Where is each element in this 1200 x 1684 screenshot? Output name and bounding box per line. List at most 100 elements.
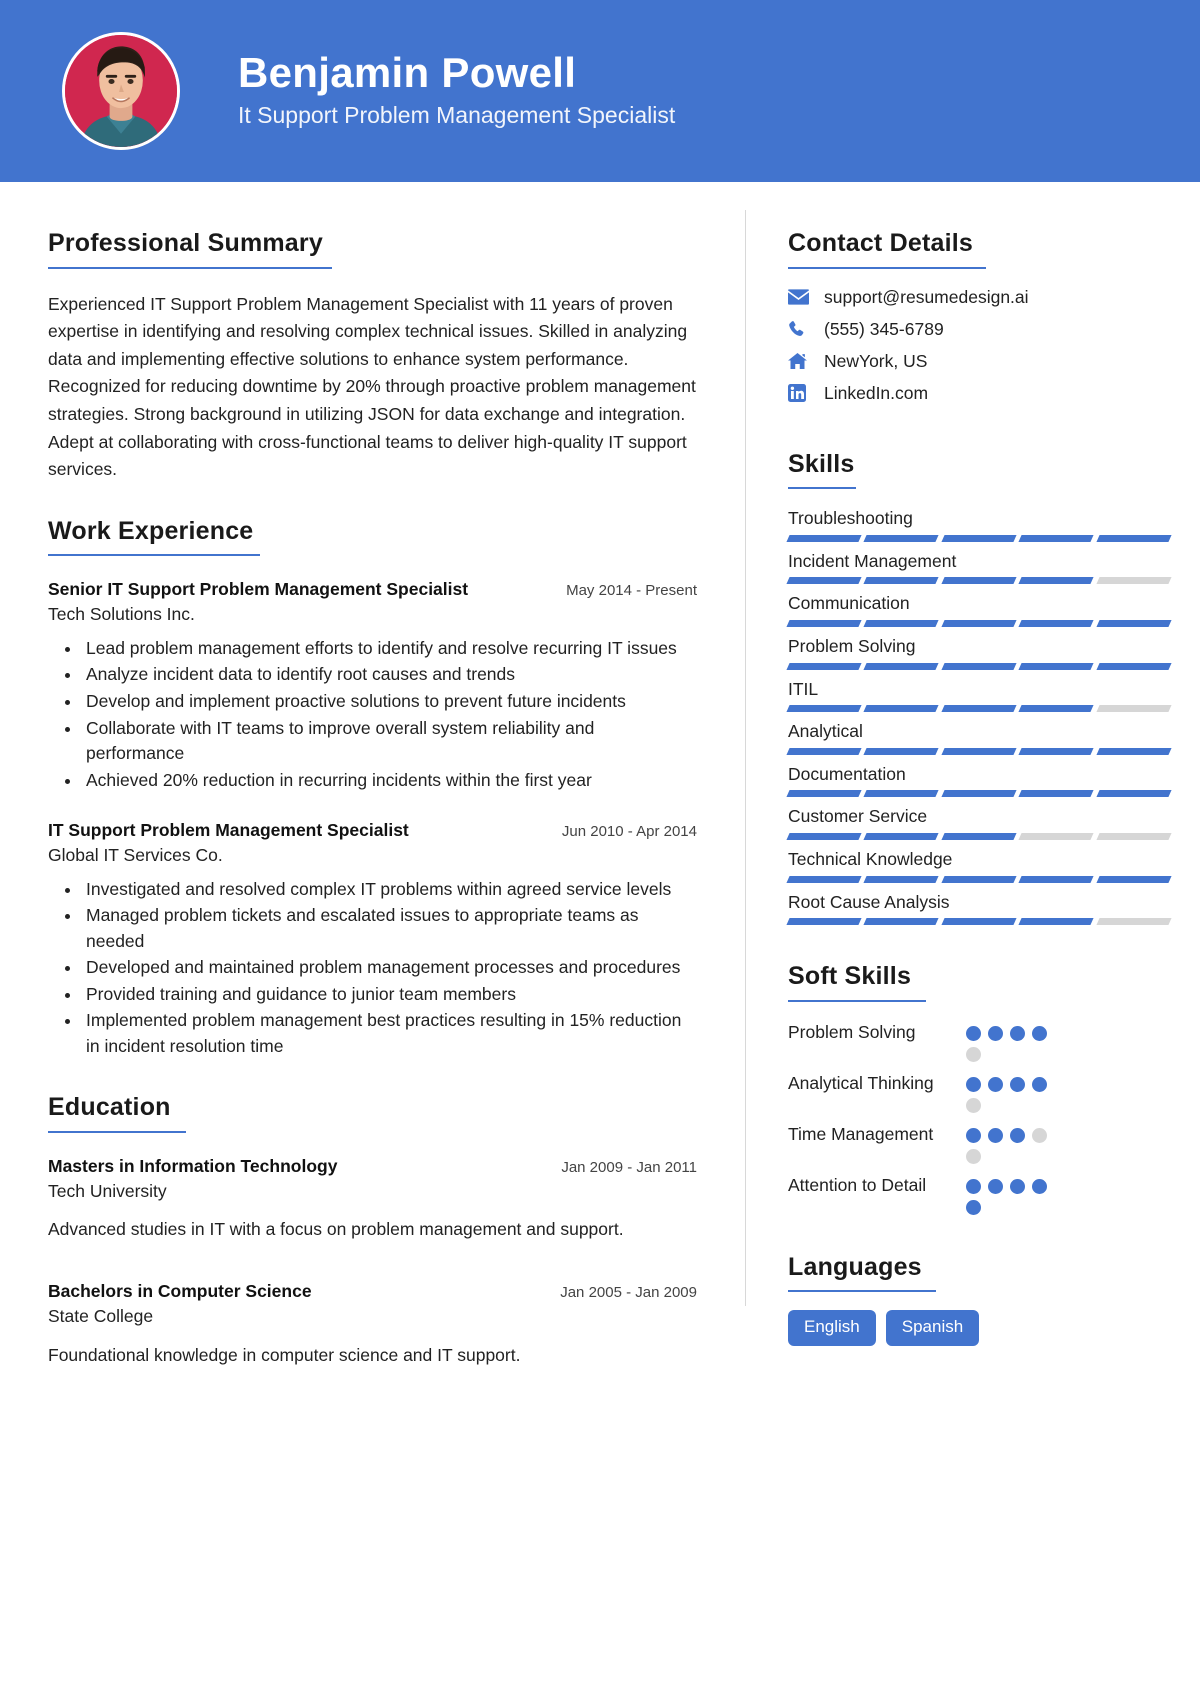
skill-bar-segment (1096, 705, 1172, 713)
skill-bar-segment (941, 790, 1017, 798)
institution-name: State College (48, 1306, 154, 1327)
rating-dot (988, 1076, 1003, 1092)
education-entry: Masters in Information Technology Jan 200… (48, 1155, 697, 1243)
job-bullet: Lead problem management efforts to ident… (82, 636, 697, 662)
skill-bar-segment (1096, 833, 1172, 840)
section-title-languages: Languages (788, 1252, 922, 1281)
skill-bar-segment (863, 918, 940, 926)
rating-dot (1010, 1178, 1025, 1194)
skill-item: Documentation (786, 763, 1172, 798)
skill-bar-segment (786, 747, 862, 755)
skill-level-bar (786, 747, 1172, 755)
section-rule (48, 1130, 186, 1133)
skill-name: Troubleshooting (788, 508, 913, 528)
language-chip[interactable]: Spanish (885, 1310, 980, 1346)
skill-level-bar (786, 875, 1172, 883)
skill-bar-segment (1018, 918, 1095, 926)
skill-name: Problem Solving (788, 635, 916, 656)
skill-bar-segment (786, 875, 862, 883)
rating-dot (966, 1199, 981, 1215)
soft-skill-row: Analytical Thinking (788, 1071, 1170, 1113)
soft-skills-list: Problem Solving Analytical Thinking Time M… (788, 1020, 1170, 1215)
degree-title: Masters in Information Technology (48, 1155, 338, 1176)
skill-name: Analytical (788, 721, 863, 742)
section-title-summary: Professional Summary (48, 229, 323, 257)
experience-list: Senior IT Support Problem Management Spe… (48, 578, 697, 1059)
soft-skill-row: Time Management (788, 1122, 1170, 1164)
section-soft-skills: Soft Skills Problem Solving Analytical Th… (788, 963, 1170, 1215)
soft-skill-name: Analytical Thinking (788, 1072, 934, 1093)
entry-header: Senior IT Support Problem Management Spe… (48, 578, 697, 601)
skill-name: Incident Management (788, 550, 957, 571)
skill-bar-segment (786, 662, 862, 670)
job-bullet: Investigated and resolved complex IT pro… (82, 877, 697, 903)
avatar (62, 32, 180, 150)
skill-bar-segment (786, 705, 862, 713)
skill-name: Communication (788, 593, 910, 614)
skill-bar-segment (941, 833, 1017, 840)
job-bullet: Managed problem tickets and escalated is… (82, 903, 697, 954)
job-bullet: Achieved 20% reduction in recurring inci… (82, 768, 697, 794)
section-work-experience: Work Experience Senior IT Support Proble… (48, 517, 697, 1059)
section-rule (788, 1290, 936, 1293)
rating-dot (1010, 1025, 1025, 1041)
skill-level-bar (786, 918, 1172, 926)
skill-bar-segment (1018, 875, 1095, 883)
skill-bar-segment (863, 577, 940, 585)
section-rule (48, 266, 332, 269)
job-date-range: May 2014 - Present (566, 582, 697, 600)
contact-row[interactable]: support@resumedesign.ai (788, 287, 1170, 308)
header-text-block: Benjamin Powell It Support Problem Manag… (238, 49, 675, 134)
contact-row[interactable]: LinkedIn.com (788, 383, 1170, 404)
rating-dot (1010, 1127, 1025, 1143)
section-rule (788, 266, 986, 269)
skill-bar-segment (863, 662, 940, 670)
contact-row[interactable]: (555) 345-6789 (788, 319, 1170, 340)
skill-level-bar (786, 833, 1172, 840)
skill-bar-segment (863, 747, 940, 755)
soft-skill-name: Problem Solving (788, 1021, 916, 1042)
contact-value: NewYork, US (824, 350, 928, 371)
skills-list: Troubleshooting Incident Management Commun… (786, 507, 1172, 926)
section-contact-details: Contact Details support@resumedesign.ai (… (788, 229, 1170, 404)
contact-value: support@resumedesign.ai (824, 286, 1029, 307)
resume-header: Benjamin Powell It Support Problem Manag… (0, 0, 1200, 182)
section-rule (48, 554, 260, 557)
skill-item: Root Cause Analysis (786, 891, 1172, 926)
section-professional-summary: Professional Summary Experienced IT Supp… (48, 229, 697, 484)
section-rule (788, 999, 926, 1002)
contact-row[interactable]: NewYork, US (788, 351, 1170, 372)
skill-bar-segment (1018, 534, 1095, 542)
rating-dot (966, 1076, 981, 1092)
experience-entry: IT Support Problem Management Specialist… (48, 819, 697, 1059)
language-chip[interactable]: English (788, 1310, 876, 1346)
section-title-skills: Skills (788, 449, 855, 478)
rating-dot (1032, 1025, 1047, 1041)
skill-item: ITIL (786, 678, 1172, 713)
skill-bar-segment (1018, 619, 1095, 627)
degree-title: Bachelors in Computer Science (48, 1281, 312, 1302)
skill-bar-segment (941, 577, 1017, 585)
soft-skill-rating (966, 1122, 1054, 1164)
rating-dot (966, 1148, 981, 1164)
skill-level-bar (786, 705, 1172, 713)
rating-dot (1032, 1127, 1047, 1143)
job-bullet: Provided training and guidance to junior… (82, 982, 697, 1008)
skill-name: Customer Service (788, 806, 928, 827)
job-date-range: Jun 2010 - Apr 2014 (561, 823, 697, 841)
skill-item: Troubleshooting (786, 507, 1172, 542)
skill-bar-segment (863, 875, 940, 883)
job-bullet: Analyze incident data to identify root c… (82, 662, 697, 688)
skill-bar-segment (863, 534, 940, 542)
skill-bar-segment (1096, 918, 1172, 926)
skill-bar-segment (786, 833, 862, 840)
contact-value: (555) 345-6789 (824, 318, 944, 339)
job-organization: Global IT Services Co. (48, 844, 223, 865)
main-column: Professional Summary Experienced IT Supp… (0, 188, 745, 1446)
section-title-education: Education (48, 1093, 171, 1122)
skill-level-bar (786, 662, 1172, 670)
